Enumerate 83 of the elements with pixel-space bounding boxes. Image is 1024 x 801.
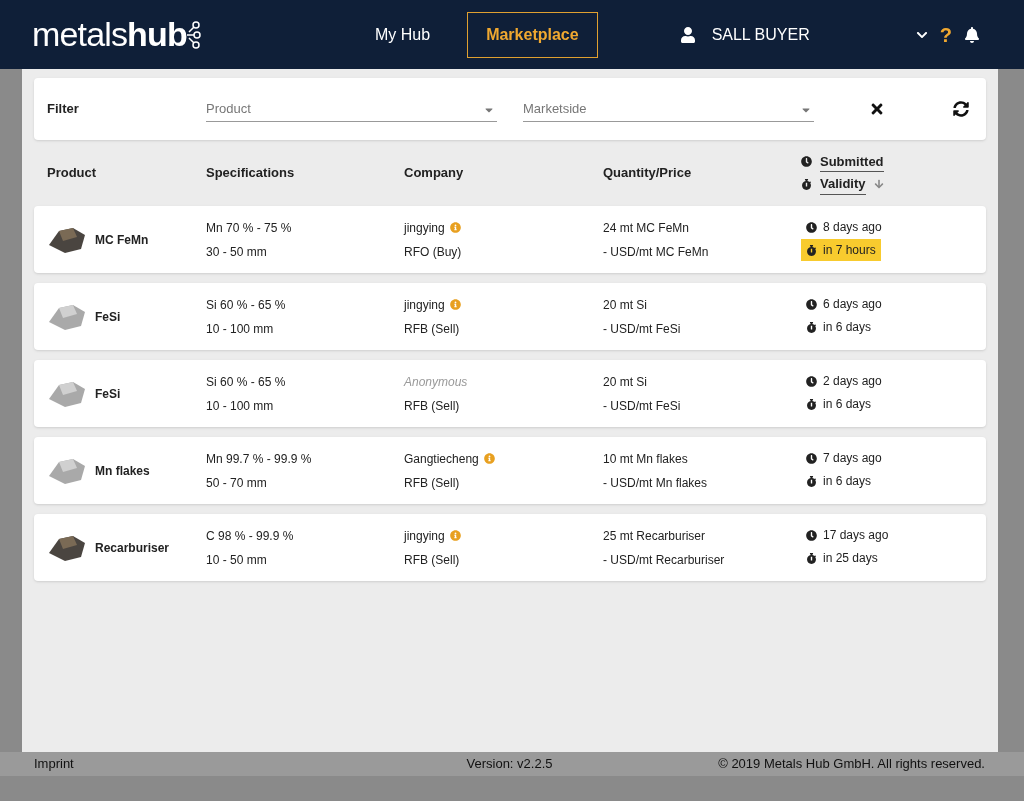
quantity-text: 25 mt Recarburiser (603, 527, 707, 545)
company-name: Anonymous (404, 373, 468, 391)
column-header: Product (47, 164, 98, 183)
spec-text: Mn 99.7 % - 99.9 % (206, 450, 313, 468)
help-button[interactable]: ? (939, 19, 952, 50)
clock-icon (806, 221, 817, 233)
imprint-link[interactable]: Imprint (34, 754, 334, 774)
dropdown-field[interactable]: Product (206, 96, 497, 122)
quantity-text: 10 mt Mn flakes (603, 450, 689, 468)
spec-text: Mn 70 % - 75 % (206, 219, 293, 237)
sort-header[interactable]: Submitted (820, 151, 884, 172)
stopwatch-icon (806, 244, 817, 256)
copyright-text: © 2019 Metals Hub GmbH. All rights reserved. (717, 755, 985, 774)
clock-icon (806, 529, 817, 541)
spec-text: Si 60 % - 65 % (206, 296, 287, 314)
product-name: Recarburiser (95, 539, 170, 557)
price-text: - USD/mt Recarburiser (603, 551, 726, 569)
quantity-text: 20 mt Si (603, 373, 648, 391)
submitted-time: 7 days ago (823, 450, 882, 467)
listing-card[interactable]: Mn flakes Mn 99.7 % - 99.9 % 50 - 70 mm Gangtiecheng RFB (Sell) 10 mt Mn flakes - USD/mt Mn flakes 7 days ago in 6 days (34, 437, 986, 504)
spec-text: C 98 % - 99.9 % (206, 527, 295, 545)
metalshub-logo: metalshub (32, 9, 332, 60)
clock-icon (806, 452, 817, 464)
column-header: Company (404, 164, 465, 183)
spec-text: 10 - 100 mm (206, 397, 275, 415)
request-type: RFB (Sell) (404, 320, 461, 338)
stopwatch-icon (806, 398, 817, 410)
company-name: jingying (404, 219, 445, 237)
refresh-icon[interactable] (953, 101, 969, 117)
request-type: RFO (Buy) (404, 243, 463, 261)
user-icon (679, 26, 696, 43)
stopwatch-icon (806, 321, 817, 333)
sort-header[interactable]: Validity (820, 174, 866, 195)
clock-icon (806, 375, 817, 387)
nav-tab[interactable]: Marketplace (467, 11, 598, 58)
stopwatch-icon (801, 178, 812, 190)
column-header: Specifications (206, 164, 296, 183)
price-text: - USD/mt FeSi (603, 397, 682, 415)
request-type: RFB (Sell) (404, 397, 461, 415)
spec-text: 10 - 100 mm (206, 320, 275, 338)
dropdown-field[interactable]: Marketside (523, 96, 814, 122)
validity-time: in 7 hours (823, 242, 876, 259)
product-name: FeSi (95, 385, 121, 403)
validity-time: in 25 days (823, 550, 878, 567)
stopwatch-icon (806, 475, 817, 487)
spec-text: 30 - 50 mm (206, 243, 268, 261)
company-name: jingying (404, 296, 445, 314)
price-text: - USD/mt MC FeMn (603, 243, 710, 261)
listing-card[interactable]: FeSi Si 60 % - 65 % 10 - 100 mm Anonymous RFB (Sell) 20 mt Si - USD/mt FeSi 2 days ago in 6 days (34, 360, 986, 427)
spec-text: 10 - 50 mm (206, 551, 268, 569)
request-type: RFB (Sell) (404, 474, 461, 492)
company-name: Gangtiecheng (404, 450, 479, 468)
validity-time: in 6 days (823, 473, 872, 490)
quantity-text: 24 mt MC FeMn (603, 219, 690, 237)
listing-card[interactable]: Recarburiser C 98 % - 99.9 % 10 - 50 mm jingying RFB (Sell) 25 mt Recarburiser - USD/mt Recarburiser 17 days ago in 25 days (34, 514, 986, 581)
product-name: Mn flakes (95, 462, 150, 480)
close-icon[interactable] (869, 101, 885, 117)
quantity-text: 20 mt Si (603, 296, 648, 314)
validity-time: in 6 days (823, 319, 872, 336)
request-type: RFB (Sell) (404, 551, 461, 569)
submitted-time: 8 days ago (823, 219, 882, 236)
submitted-time: 17 days ago (823, 527, 889, 544)
spec-text: 50 - 70 mm (206, 474, 268, 492)
spec-text: Si 60 % - 65 % (206, 373, 287, 391)
stopwatch-icon (806, 552, 817, 564)
filter-label: Filter (47, 100, 80, 119)
product-name: FeSi (95, 308, 121, 326)
submitted-time: 2 days ago (823, 373, 882, 390)
validity-time: in 6 days (823, 396, 872, 413)
version-text: Version: v2.2.5 (466, 755, 553, 774)
listing-card[interactable]: MC FeMn Mn 70 % - 75 % 30 - 50 mm jingying RFO (Buy) 24 mt MC FeMn - USD/mt MC FeMn 8 days ago in 7 hours (34, 206, 986, 273)
price-text: - USD/mt FeSi (603, 320, 682, 338)
clock-icon (806, 298, 817, 310)
bell-icon[interactable] (964, 26, 980, 43)
user-name[interactable]: SALL BUYER (711, 22, 810, 47)
listing-card[interactable]: FeSi Si 60 % - 65 % 10 - 100 mm jingying RFB (Sell) 20 mt Si - USD/mt FeSi 6 days ago in 6 days (34, 283, 986, 350)
clock-icon (801, 156, 812, 168)
nav-tab[interactable]: My Hub (370, 11, 436, 58)
price-text: - USD/mt Mn flakes (603, 474, 708, 492)
submitted-time: 6 days ago (823, 296, 882, 313)
product-name: MC FeMn (95, 231, 149, 249)
column-header: Quantity/Price (603, 164, 693, 183)
company-name: jingying (404, 527, 445, 545)
